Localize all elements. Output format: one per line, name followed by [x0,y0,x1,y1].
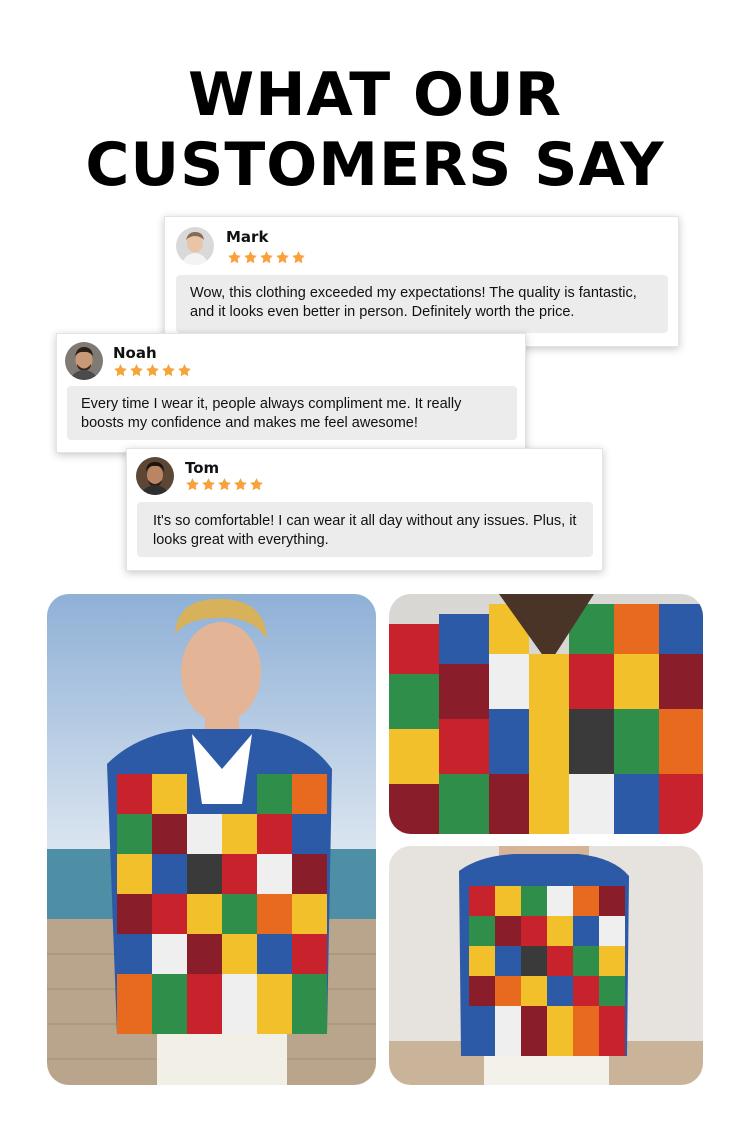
review-card: Noah Every time I wear it, people always… [56,333,526,453]
reviewer-name: Mark [226,228,269,246]
avatar [65,342,103,380]
star-rating [185,477,264,492]
star-icon [146,364,159,377]
star-icon [228,251,241,264]
review-card: Mark Wow, this clothing exceeded my expe… [164,216,679,347]
review-text: Every time I wear it, people always comp… [67,386,517,440]
review-text: Wow, this clothing exceeded my expectati… [176,275,668,333]
star-icon [178,364,191,377]
reviewer-name: Noah [113,344,157,362]
star-icon [186,478,199,491]
page-headline: WHAT OUR CUSTOMERS SAY [0,60,750,200]
shirt-studio-photo [389,846,703,1085]
avatar [136,457,174,495]
star-icon [260,251,273,264]
headline-line-2: CUSTOMERS SAY [85,130,665,200]
reviewer-name: Tom [185,459,220,477]
star-icon [114,364,127,377]
star-icon [218,478,231,491]
star-icon [130,364,143,377]
star-icon [292,251,305,264]
star-icon [244,251,257,264]
star-rating [113,363,192,378]
review-text: It's so comfortable! I can wear it all d… [137,502,593,557]
headline-line-1: WHAT OUR [188,60,562,130]
star-icon [202,478,215,491]
star-icon [250,478,263,491]
review-card: Tom It's so comfortable! I can wear it a… [126,448,603,571]
star-icon [162,364,175,377]
avatar [176,227,214,265]
star-icon [234,478,247,491]
shirt-closeup-photo [389,594,703,834]
star-rating [227,250,306,265]
model-full-photo [47,594,376,1085]
star-icon [276,251,289,264]
